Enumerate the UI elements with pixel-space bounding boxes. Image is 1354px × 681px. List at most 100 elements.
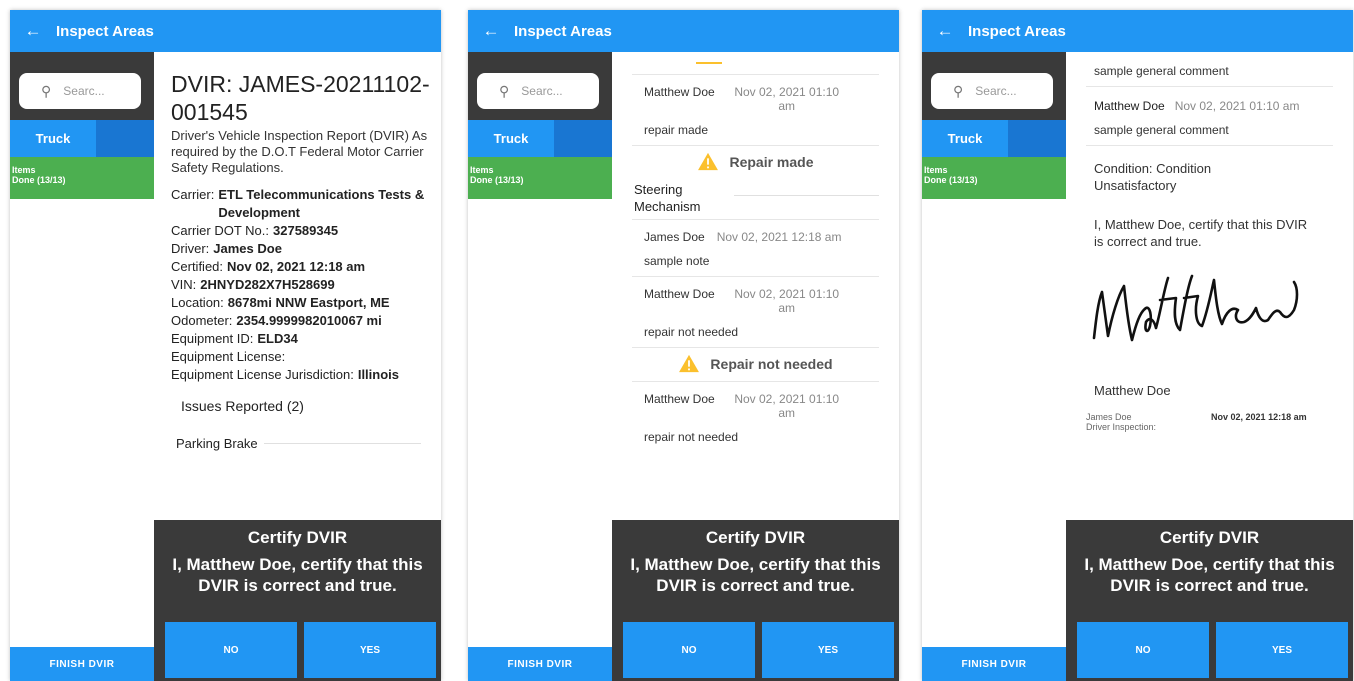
divider <box>263 443 421 444</box>
general-comment: sample general comment <box>1094 64 1229 78</box>
comment-date: Nov 02, 2021 12:18 am <box>716 230 842 244</box>
certify-panel: Certify DVIR I, Matthew Doe, certify tha… <box>154 520 441 681</box>
items-progress[interactable]: Items Done (13/13) <box>922 157 1066 199</box>
signature-content: sample general comment Matthew Doe Nov 0… <box>1066 52 1353 520</box>
app-bar: ← Inspect Areas <box>922 10 1353 52</box>
comment-body: sample general comment <box>1094 123 1229 137</box>
issues-heading: Issues Reported (2) <box>181 398 304 414</box>
tab-trailer[interactable] <box>1008 120 1066 157</box>
finish-dvir-button[interactable]: FINISH DVIR <box>10 647 154 681</box>
items-label: Items <box>470 165 494 175</box>
phone-screen-1: ← Inspect Areas ⚲ Searc... Truck Items D… <box>10 10 441 681</box>
search-input[interactable]: ⚲ Searc... <box>19 73 141 109</box>
search-placeholder: Searc... <box>975 84 1017 98</box>
comment-author: Matthew Doe <box>644 392 715 406</box>
tab-trailer[interactable] <box>96 120 154 157</box>
detail-row: Odometer: 2354.9999982010067 mi <box>171 313 382 328</box>
search-icon: ⚲ <box>499 82 510 99</box>
comment-header: Matthew Doe Nov 02, 2021 01:10 am <box>612 277 899 315</box>
detail-row: Equipment ID: ELD34 <box>171 331 298 346</box>
issue-steering-mechanism: Steering Mechanism <box>612 171 899 215</box>
comment-author: James Doe <box>644 230 705 244</box>
status-repair-not-needed: Repair not needed <box>612 348 899 373</box>
status-label: Repair made <box>729 153 814 170</box>
items-label: Items <box>924 165 948 175</box>
phone-screen-2: ← Inspect Areas ⚲ Searc... Truck Items D… <box>468 10 899 681</box>
sidebar-header: ⚲ Searc... <box>468 52 612 120</box>
search-input[interactable]: ⚲ Searc... <box>931 73 1053 109</box>
comment-author: Matthew Doe <box>1094 99 1165 113</box>
dvir-title: DVIR: JAMES-20211102-001545 <box>171 71 430 125</box>
driver-inspection-date: Nov 02, 2021 12:18 am <box>1211 412 1307 422</box>
comment-date: Nov 02, 2021 01:10 am <box>734 392 840 420</box>
certify-statement: I, Matthew Doe, certify that this DVIR i… <box>1084 555 1335 595</box>
back-arrow-icon[interactable]: ← <box>922 21 968 41</box>
app-bar: ← Inspect Areas <box>468 10 899 52</box>
sidebar: ⚲ Searc... Truck Items Done (13/13) FINI… <box>10 52 154 681</box>
detail-row: Carrier: ETL Telecommunications Tests & D… <box>171 187 425 220</box>
app-title: Inspect Areas <box>968 22 1066 40</box>
certify-text: I, Matthew Doe, certify that this DVIR i… <box>1094 217 1308 249</box>
phone-screen-3: ← Inspect Areas ⚲ Searc... Truck Items D… <box>922 10 1353 681</box>
items-progress[interactable]: Items Done (13/13) <box>468 157 612 199</box>
comment-date: Nov 02, 2021 01:10 am <box>734 287 840 315</box>
yes-button[interactable]: YES <box>762 622 894 678</box>
certify-panel: Certify DVIR I, Matthew Doe, certify tha… <box>612 520 899 681</box>
certify-title: Certify DVIR <box>1159 528 1260 547</box>
app-bar: ← Inspect Areas <box>10 10 441 52</box>
driver-inspection-row: James Doe Driver Inspection: Nov 02, 202… <box>1066 398 1353 432</box>
items-done: Done (13/13) <box>12 175 66 185</box>
app-title: Inspect Areas <box>56 22 154 40</box>
certify-panel: Certify DVIR I, Matthew Doe, certify tha… <box>1066 520 1353 681</box>
comment-author: Matthew Doe <box>644 85 715 99</box>
issue-parking-brake: Parking Brake <box>154 414 441 451</box>
sidebar: ⚲ Searc... Truck Items Done (13/13) FINI… <box>468 52 612 681</box>
back-arrow-icon[interactable]: ← <box>10 21 56 41</box>
comment-author: Matthew Doe <box>644 287 715 301</box>
detail-row: Certified: Nov 02, 2021 12:18 am <box>171 259 366 274</box>
detail-row: Carrier DOT No.: 327589345 <box>171 223 339 238</box>
finish-dvir-button[interactable]: FINISH DVIR <box>922 647 1066 681</box>
dvir-details: Carrier: ETL Telecommunications Tests & D… <box>154 176 441 384</box>
search-placeholder: Searc... <box>63 84 105 98</box>
detail-row: Equipment License Jurisdiction: Illinois <box>171 367 399 382</box>
warning-icon <box>679 354 700 373</box>
items-done: Done (13/13) <box>924 175 978 185</box>
scroll-top-area <box>612 52 899 64</box>
driver-info: James Doe Driver Inspection: <box>1086 412 1156 432</box>
comment-header: Matthew Doe Nov 02, 2021 01:10 am <box>1066 87 1353 113</box>
tab-truck[interactable]: Truck <box>922 120 1008 157</box>
no-button[interactable]: NO <box>623 622 755 678</box>
comment-header: James Doe Nov 02, 2021 12:18 am <box>612 220 899 244</box>
search-input[interactable]: ⚲ Searc... <box>477 73 599 109</box>
dvir-report-content: DVIR: JAMES-20211102-001545 Driver's Veh… <box>154 52 441 520</box>
back-arrow-icon[interactable]: ← <box>468 21 514 41</box>
certify-title: Certify DVIR <box>705 528 806 547</box>
certify-buttons: NO YES <box>1077 622 1348 678</box>
comment-date: Nov 02, 2021 01:10 am <box>1174 99 1300 113</box>
detail-row: Driver: James Doe <box>171 241 282 256</box>
comment-body: repair not needed <box>644 325 739 339</box>
tab-truck[interactable]: Truck <box>10 120 96 157</box>
no-button[interactable]: NO <box>1077 622 1209 678</box>
certify-title: Certify DVIR <box>247 528 348 547</box>
tab-trailer[interactable] <box>554 120 612 157</box>
no-button[interactable]: NO <box>165 622 297 678</box>
certify-buttons: NO YES <box>165 622 436 678</box>
items-progress[interactable]: Items Done (13/13) <box>10 157 154 199</box>
status-label: Repair not needed <box>710 355 833 372</box>
search-placeholder: Searc... <box>521 84 563 98</box>
signer-name: Matthew Doe <box>1094 383 1171 398</box>
warning-icon <box>698 152 719 171</box>
finish-dvir-button[interactable]: FINISH DVIR <box>468 647 612 681</box>
condition-text: Condition: Condition Unsatisfactory <box>1094 161 1212 193</box>
issue-label: Parking Brake <box>176 436 258 451</box>
certify-buttons: NO YES <box>623 622 894 678</box>
status-underline <box>696 62 722 64</box>
yes-button[interactable]: YES <box>1216 622 1348 678</box>
comment-date: Nov 02, 2021 01:10 am <box>734 85 840 113</box>
yes-button[interactable]: YES <box>304 622 436 678</box>
detail-row: Equipment License: <box>171 349 286 364</box>
detail-row: Location: 8678mi NNW Eastport, ME <box>171 295 390 310</box>
tab-truck[interactable]: Truck <box>468 120 554 157</box>
